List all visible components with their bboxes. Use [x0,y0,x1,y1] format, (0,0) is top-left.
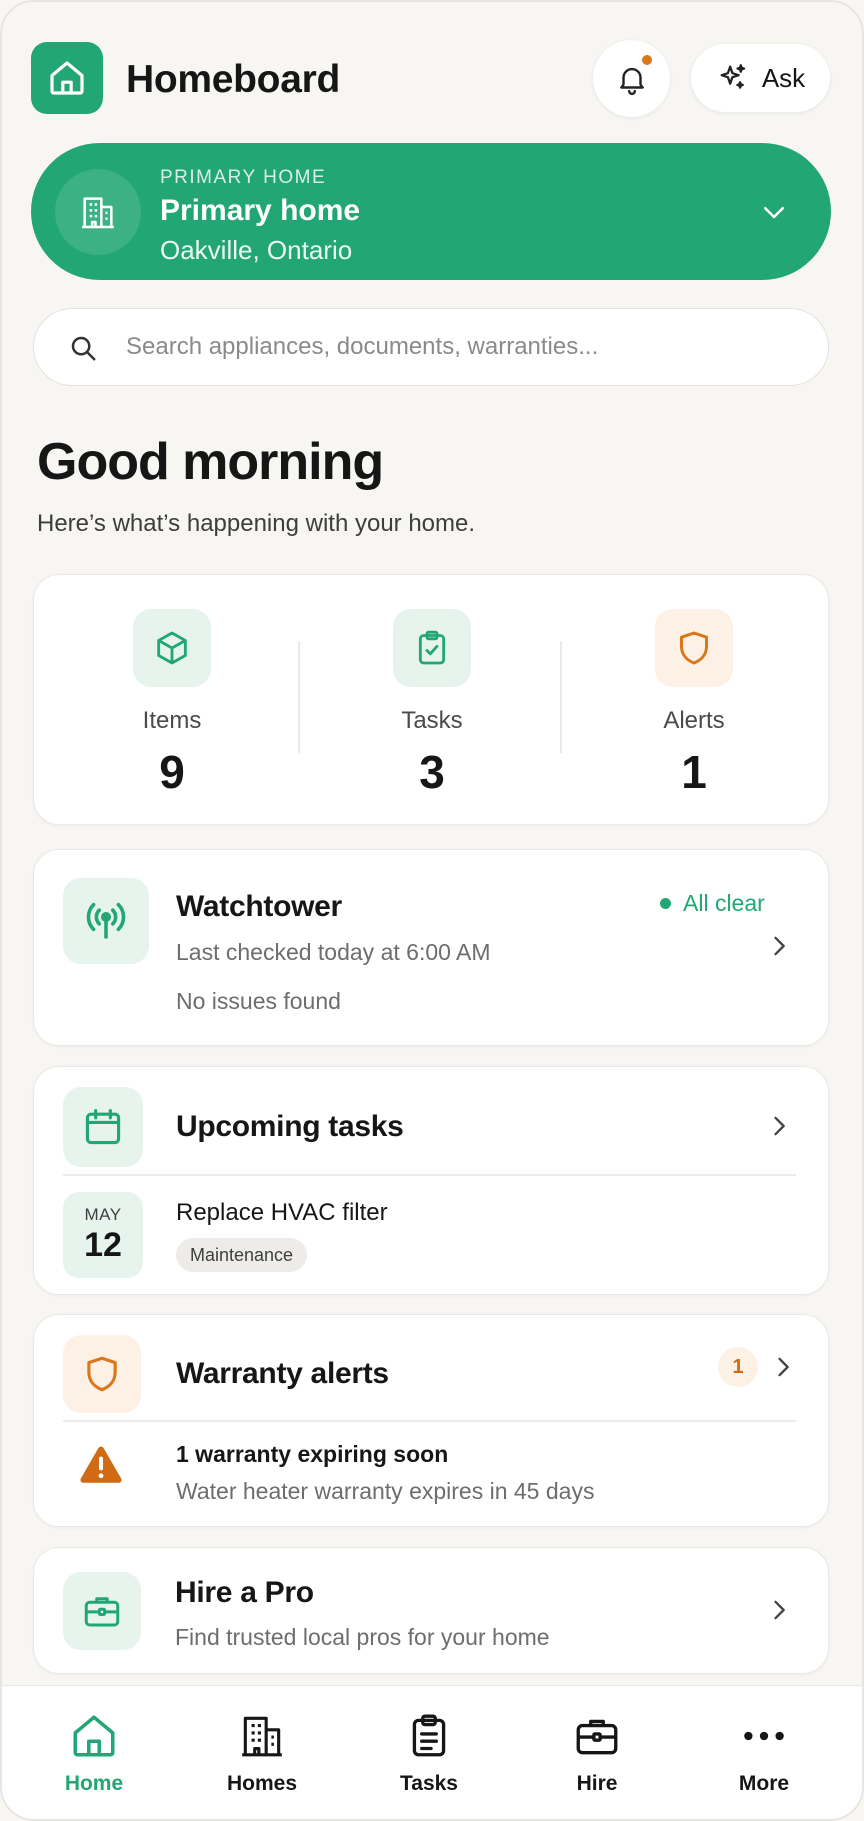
chevron-right-icon [774,1116,785,1136]
task-date-badge: MAY 12 [63,1192,143,1278]
calendar-tile [63,1087,143,1167]
status-dot [660,898,671,909]
app-screen: Homeboard Ask PRIMARY HOME Primary home … [0,0,864,1821]
stat-items[interactable]: Items 9 [41,575,303,826]
stat-tasks-tile [393,609,471,687]
nav-tasks[interactable]: Tasks [359,1708,499,1808]
sparkles-icon [720,64,746,89]
warranty-detail: Water heater warranty expires in 45 days [176,1478,595,1504]
task-day: 12 [84,1226,122,1264]
app-title: Homeboard [126,58,340,101]
upcoming-tasks-card[interactable]: Upcoming tasks MAY 12 Replace HVAC filte… [33,1066,829,1295]
warranty-alerts-card[interactable]: Warranty alerts 1 1 warranty expiring so… [33,1314,829,1527]
home-name: Primary home [160,194,361,227]
warranty-alerts-title: Warranty alerts [176,1357,389,1390]
greeting-title: Good morning [37,433,384,491]
nav-hire[interactable]: Hire [527,1708,667,1808]
stat-tasks[interactable]: Tasks 3 [301,575,563,826]
building-icon-container [55,169,141,255]
stat-divider [298,641,300,753]
upcoming-tasks-title: Upcoming tasks [176,1110,404,1143]
stat-value: 9 [159,746,185,798]
stat-label: Items [142,707,202,734]
stat-items-tile [133,609,211,687]
watchtower-last-checked: Last checked today at 6:00 AM [176,939,491,965]
nav-more[interactable]: More [694,1708,834,1808]
search-input[interactable] [126,323,806,371]
stat-label: Alerts [663,707,725,734]
home-location: Oakville, Ontario [160,235,353,265]
warranty-tile [63,1335,141,1413]
more-dots-icon [744,1731,784,1741]
stat-value: 1 [681,746,707,798]
hire-pro-card[interactable]: Hire a Pro Find trusted local pros for y… [33,1547,829,1674]
antenna-icon [86,902,126,939]
bell-icon [619,67,644,95]
box-icon [157,631,187,665]
stat-alerts-tile [655,609,733,687]
chevron-right-icon [774,1600,785,1620]
clipboard-icon [412,1714,446,1757]
warranty-headline: 1 warranty expiring soon [176,1441,449,1467]
building-icon [242,1716,282,1757]
task-name[interactable]: Replace HVAC filter [176,1199,388,1227]
summary-stats-card: Items 9 Tasks 3 Alerts 1 [33,574,829,825]
hire-pro-subtitle: Find trusted local pros for your home [175,1624,550,1650]
nav-label: Tasks [400,1772,458,1795]
task-month: MAY [84,1205,122,1224]
building-icon [82,197,114,229]
shield-icon [680,631,708,665]
notification-dot [640,53,654,67]
greeting-subtitle: Here’s what’s happening with your home. [37,510,476,537]
stat-alerts[interactable]: Alerts 1 [563,575,825,826]
bottom-navigation: Home Homes Tasks Hire More [2,1685,862,1819]
search-icon [71,336,96,361]
stat-label: Tasks [401,707,463,734]
house-icon [50,61,84,95]
calendar-icon [85,1108,121,1145]
stat-value: 3 [419,746,445,798]
search-bar[interactable] [33,308,829,386]
watchtower-card[interactable]: Watchtower All clear Last checked today … [33,849,829,1046]
watchtower-status: All clear [660,890,765,917]
briefcase-icon [84,1597,120,1627]
hire-pro-title: Hire a Pro [175,1576,314,1609]
nav-label: More [738,1772,790,1795]
home-eyebrow: PRIMARY HOME [160,167,327,188]
home-selector[interactable]: PRIMARY HOME Primary home Oakville, Onta… [31,143,831,280]
notifications-button[interactable] [593,40,670,117]
nav-home[interactable]: Home [24,1708,164,1808]
watchtower-title: Watchtower [176,890,342,923]
clipboard-check-icon [418,630,446,665]
briefcase-icon [576,1719,618,1755]
app-logo [31,42,103,114]
chevron-down-icon [764,207,784,219]
card-divider [63,1174,796,1176]
nav-label: Hire [576,1772,618,1795]
watchtower-detail: No issues found [176,988,341,1014]
ask-button[interactable]: Ask [691,44,830,112]
house-icon [73,1715,115,1757]
nav-label: Homes [226,1772,298,1795]
stat-divider [560,641,562,753]
card-divider [63,1420,796,1422]
warranty-count-badge: 1 [718,1347,758,1387]
task-tag: Maintenance [176,1238,308,1272]
shield-icon [87,1356,117,1392]
chevron-right-icon [778,1357,789,1377]
nav-homes[interactable]: Homes [192,1708,332,1808]
status-text: All clear [683,890,765,916]
chevron-right-icon [774,936,785,956]
warning-triangle-icon [80,1446,122,1483]
watchtower-tile [63,878,149,964]
nav-label: Home [64,1772,124,1795]
ask-label: Ask [761,62,806,93]
hire-pro-tile [63,1572,141,1650]
